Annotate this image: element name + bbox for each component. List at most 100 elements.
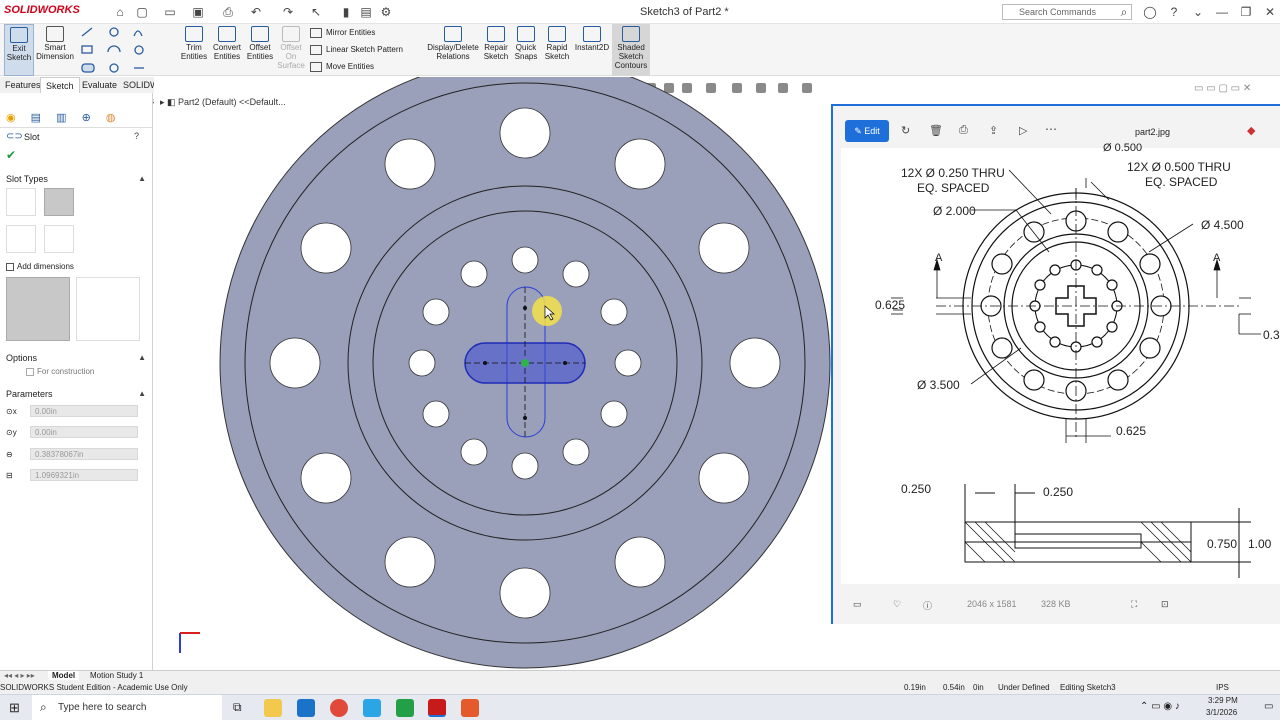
ok-check-icon[interactable]: ✔ (6, 148, 16, 162)
feature-manager-icon[interactable]: ◉ (6, 112, 16, 124)
quick-snaps-button[interactable]: Quick Snaps (512, 24, 540, 76)
taskbar-search-input[interactable]: Type here to search (32, 695, 222, 721)
edit-button[interactable]: ✎ Edit (845, 120, 889, 142)
app-icon[interactable] (363, 699, 381, 717)
filmstrip-icon[interactable]: ▭ (853, 599, 862, 610)
recorder-icon[interactable] (461, 699, 479, 717)
outlook-icon[interactable] (297, 699, 315, 717)
y-coordinate-field[interactable]: 0.00in (30, 426, 138, 438)
feature-tree-part[interactable]: ▸ ◧ Part2 (Default) <<Default... (160, 97, 286, 108)
sketch-tools-grid[interactable] (78, 26, 178, 74)
search-commands-input[interactable]: Search Commands (1002, 4, 1132, 20)
help-icon[interactable]: ? (134, 131, 139, 141)
tab-motion-study[interactable]: Motion Study 1 (86, 671, 147, 680)
shaded-sketch-contours-button[interactable]: Shaded Sketch Contours (612, 24, 650, 76)
dimxpert-icon[interactable]: ⊕ (82, 112, 91, 124)
save-icon[interactable]: ▣ (190, 4, 206, 20)
user-icon[interactable]: ◯ (1142, 4, 1158, 20)
tab-features[interactable]: Features (0, 77, 46, 93)
exit-sketch-button[interactable]: Exit Sketch (4, 24, 34, 76)
chevron-down-icon[interactable]: ⌄ (1190, 4, 1206, 20)
display-manager-icon[interactable]: ◍ (106, 112, 116, 124)
display-delete-relations-button[interactable]: Display/Delete Relations (426, 24, 480, 76)
units[interactable]: IPS (1216, 683, 1229, 692)
taskbar-time[interactable]: 3:29 PM (1208, 696, 1238, 705)
rotate-icon[interactable]: ↻ (901, 124, 910, 137)
offset-label: Offset Entities (246, 43, 274, 61)
viewport-window-controls[interactable]: ▭ ▭ ▢ ▭ ✕ (1194, 83, 1251, 94)
linear-pattern-button[interactable]: Linear Sketch Pattern (310, 43, 403, 57)
taskbar-date[interactable]: 3/1/2026 (1206, 708, 1237, 717)
select-icon[interactable]: ↖ (308, 4, 324, 20)
help-icon[interactable]: ? (1166, 4, 1182, 20)
tab-nav-arrows[interactable]: ◂◂ ◂ ▸ ▸▸ (4, 671, 35, 680)
file-explorer-icon[interactable] (264, 699, 282, 717)
tab-evaluate[interactable]: Evaluate (77, 77, 122, 93)
chevron-up-icon[interactable]: ▲ (138, 174, 146, 183)
straight-slot-button[interactable] (6, 188, 36, 216)
chrome-icon[interactable] (330, 699, 348, 717)
copilot-icon[interactable]: ◆ (1247, 124, 1255, 137)
chevron-up-icon[interactable]: ▲ (138, 353, 146, 362)
system-tray-icons[interactable]: ⌃ ▭ ◉ ♪ (1140, 701, 1180, 712)
new-file-icon[interactable]: ▢ (134, 4, 150, 20)
tab-sketch[interactable]: Sketch (40, 77, 80, 93)
camtasia-icon[interactable] (396, 699, 414, 717)
add-dimensions-checkbox[interactable] (6, 263, 14, 271)
share-icon[interactable]: ⇪ (989, 124, 998, 137)
move-entities-button[interactable]: Move Entities (310, 60, 374, 74)
home-icon[interactable]: ⌂ (112, 4, 128, 20)
undo-icon[interactable]: ↶ (248, 4, 264, 20)
coord-z: 0in (973, 683, 984, 692)
mirror-entities-button[interactable]: Mirror Entities (310, 26, 375, 40)
centerpoint-arc-slot-button[interactable] (44, 225, 74, 253)
print-icon[interactable]: ⎙ (220, 4, 236, 20)
instant2d-button[interactable]: Instant2D (574, 24, 610, 76)
print-icon[interactable]: ⎙ (959, 124, 968, 137)
note-eq-spaced-1: EQ. SPACED (917, 181, 990, 195)
property-manager-tabs[interactable]: ◉ ▤ ▥ ⊕ ◍ (6, 111, 146, 125)
tab-model[interactable]: Model (48, 671, 80, 680)
note-eq-spaced-2: EQ. SPACED (1145, 175, 1218, 189)
smart-dimension-button[interactable]: Smart Dimension (36, 24, 74, 76)
chevron-up-icon[interactable]: ▲ (138, 389, 146, 398)
restore-icon[interactable]: ❐ (1238, 4, 1254, 20)
search-icon[interactable]: ⌕ (1116, 4, 1132, 20)
overall-length-button[interactable] (6, 277, 70, 341)
close-icon[interactable]: ✕ (1262, 4, 1278, 20)
repair-sketch-button[interactable]: Repair Sketch (482, 24, 510, 76)
slideshow-icon[interactable]: ▷ (1019, 124, 1027, 137)
favorite-icon[interactable]: ♡ (893, 599, 901, 610)
x-coordinate-icon: ⊙x (6, 407, 17, 416)
centerpoint-straight-slot-button[interactable] (44, 188, 74, 216)
trim-entities-button[interactable]: Trim Entities (180, 24, 208, 76)
solidworks-taskbar-icon[interactable] (428, 699, 446, 717)
3point-arc-slot-button[interactable] (6, 225, 36, 253)
delete-icon[interactable]: 🗑︎ (929, 124, 943, 137)
property-manager-icon[interactable]: ▤ (31, 112, 41, 124)
file-properties-icon[interactable]: ▤ (358, 4, 374, 20)
configuration-icon[interactable]: ▥ (56, 112, 66, 124)
zoom-icon[interactable]: ⊡ (1161, 599, 1169, 610)
fit-icon[interactable]: ⛶ (1131, 599, 1137, 610)
task-view-icon[interactable]: ⧉ (233, 700, 242, 715)
more-icon[interactable]: ⋯ (1045, 122, 1057, 136)
offset-on-surface-button[interactable]: Offset On Surface (277, 24, 305, 76)
slot-length-field[interactable]: 1.0969321in (30, 469, 138, 481)
for-construction-checkbox[interactable] (26, 368, 34, 376)
convert-entities-button[interactable]: Convert Entities (210, 24, 244, 76)
rebuild-icon[interactable]: ▮ (338, 4, 354, 20)
x-coordinate-field[interactable]: 0.00in (30, 405, 138, 417)
linear-pattern-label: Linear Sketch Pattern (326, 45, 403, 54)
center-to-center-button[interactable] (76, 277, 140, 341)
open-folder-icon[interactable]: ▭ (162, 4, 178, 20)
options-gear-icon[interactable]: ⚙ (378, 4, 394, 20)
slot-width-field[interactable]: 0.38378067in (30, 448, 138, 460)
redo-icon[interactable]: ↷ (280, 4, 296, 20)
offset-entities-button[interactable]: Offset Entities (245, 24, 275, 76)
notification-icon[interactable]: ▭ (1264, 701, 1273, 712)
windows-start-icon[interactable]: ⊞ (9, 700, 20, 716)
info-icon[interactable]: ⓘ (923, 599, 932, 612)
minimize-icon[interactable]: — (1214, 4, 1230, 20)
rapid-sketch-button[interactable]: Rapid Sketch (542, 24, 572, 76)
